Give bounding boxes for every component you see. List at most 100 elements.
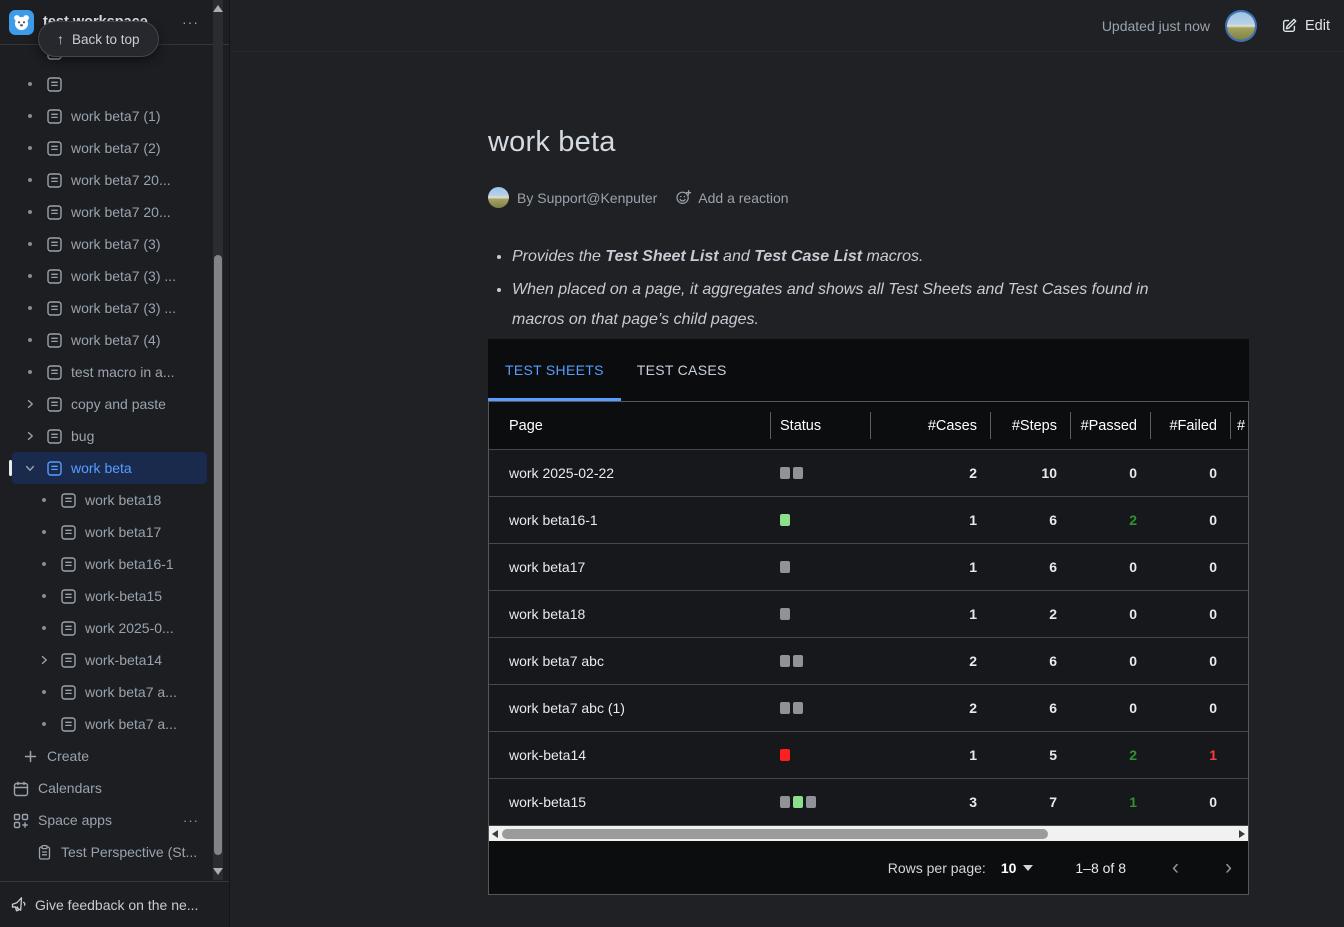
sidebar-item-work-beta7-a[interactable]: work beta7 a...: [12, 708, 207, 740]
sidebar-item-work-beta[interactable]: work beta: [12, 452, 207, 484]
sidebar-item-work-2025-0[interactable]: work 2025-0...: [12, 612, 207, 644]
workspace-more-icon[interactable]: ···: [178, 12, 203, 32]
cell-page-link[interactable]: work-beta14: [489, 747, 770, 763]
scroll-left-arrow-icon[interactable]: [492, 830, 498, 838]
tab-test-cases[interactable]: TEST CASES: [637, 362, 727, 378]
cell-page-link[interactable]: work-beta15: [489, 794, 770, 810]
cell-page-link[interactable]: work 2025-02-22: [489, 465, 770, 481]
sidebar-item-work-beta7-20[interactable]: work beta7 20...: [12, 196, 207, 228]
previous-page-button[interactable]: ‹: [1172, 857, 1179, 878]
page-icon: [60, 716, 77, 733]
chevron-right-icon[interactable]: [36, 654, 52, 666]
space-apps-more-icon[interactable]: ···: [183, 813, 207, 828]
scroll-up-arrow-icon[interactable]: [213, 5, 223, 12]
add-reaction-button[interactable]: Add a reaction: [675, 189, 788, 206]
cell-page-link[interactable]: work beta7 abc (1): [489, 700, 770, 716]
cell-status: [770, 514, 870, 526]
table-row[interactable]: work beta181200: [489, 590, 1248, 637]
author-byline[interactable]: By Support@Kenputer: [517, 190, 657, 206]
tab-test-sheets[interactable]: TEST SHEETS: [505, 362, 604, 378]
sidebar-item-copy-and-paste[interactable]: copy and paste: [12, 388, 207, 420]
bullet-dot: [22, 210, 38, 214]
chevron-right-icon[interactable]: [22, 430, 38, 442]
sidebar-item-work-beta7-2[interactable]: work beta7 (2): [12, 132, 207, 164]
byline: By Support@Kenputer Add a reaction: [488, 187, 1249, 208]
cell-passed: 0: [1070, 606, 1150, 622]
scroll-right-arrow-icon[interactable]: [1239, 830, 1245, 838]
sidebar-item-work-beta15[interactable]: work-beta15: [12, 580, 207, 612]
sidebar-scrollbar-thumb[interactable]: [214, 255, 222, 855]
back-to-top-label: Back to top: [72, 32, 140, 47]
sidebar-item-test-perspective-st[interactable]: Test Perspective (St...: [12, 836, 207, 868]
user-avatar[interactable]: [1227, 12, 1255, 40]
status-chip-gray: [793, 467, 803, 479]
sidebar-item-work-beta7-4[interactable]: work beta7 (4): [12, 324, 207, 356]
sidebar-item-label: Calendars: [38, 780, 207, 796]
status-chip-green: [780, 514, 790, 526]
cell-steps: 7: [990, 794, 1070, 810]
cell-status: [770, 702, 870, 714]
test-macro-panel: TEST SHEETS TEST CASES PageStatus#Cases#…: [488, 339, 1249, 895]
sidebar-item-label: work beta7 (3) ...: [71, 268, 207, 284]
edit-pencil-icon: [1281, 17, 1298, 34]
page-icon: [60, 652, 77, 669]
bullet-dot: [36, 530, 52, 534]
cell-page-link[interactable]: work beta17: [489, 559, 770, 575]
sidebar-item-work-beta14[interactable]: work-beta14: [12, 644, 207, 676]
sidebar-item-work-beta7-3[interactable]: work beta7 (3) ...: [12, 292, 207, 324]
back-to-top-button[interactable]: ↑ Back to top: [38, 21, 159, 57]
table-row[interactable]: work 2025-02-2221000: [489, 449, 1248, 496]
page-icon: [46, 332, 63, 349]
sidebar-item-label: work beta7 (3): [71, 236, 207, 252]
cell-page-link[interactable]: work beta16-1: [489, 512, 770, 528]
sidebar-item-space-apps[interactable]: Space apps···: [12, 804, 207, 836]
scroll-down-arrow-icon[interactable]: [213, 868, 223, 875]
cell-failed: 0: [1150, 700, 1230, 716]
sidebar-item-work-beta7-3[interactable]: work beta7 (3): [12, 228, 207, 260]
cell-page-link[interactable]: work beta18: [489, 606, 770, 622]
sidebar-item-bug[interactable]: bug: [12, 420, 207, 452]
table-row[interactable]: work beta16-11620: [489, 496, 1248, 543]
sidebar-item-work-beta7-3[interactable]: work beta7 (3) ...: [12, 260, 207, 292]
description-bullet: Provides the Test Sheet List and Test Ca…: [512, 242, 1249, 272]
table-pagination: Rows per page: 10 1–8 of 8 ‹ ›: [489, 841, 1248, 894]
bullet-dot: [22, 178, 38, 182]
sidebar-item-test-macro-in-a[interactable]: test macro in a...: [12, 356, 207, 388]
page-icon: [60, 684, 77, 701]
sidebar-item-work-beta7-a[interactable]: work beta7 a...: [12, 676, 207, 708]
sidebar-item-label: work beta7 (1): [71, 108, 207, 124]
table-row[interactable]: work beta7 abc (1)2600: [489, 684, 1248, 731]
table-body: work 2025-02-2221000work beta16-11620wor…: [489, 449, 1248, 825]
table-row[interactable]: work-beta153710: [489, 778, 1248, 825]
table-row[interactable]: work beta7 abc2600: [489, 637, 1248, 684]
sidebar-item-item[interactable]: [12, 68, 207, 100]
cell-cases: 2: [870, 653, 990, 669]
table-row[interactable]: work beta171600: [489, 543, 1248, 590]
chevron-right-icon[interactable]: [22, 398, 38, 410]
cell-passed: 1: [1070, 794, 1150, 810]
sidebar-item-work-beta18[interactable]: work beta18: [12, 484, 207, 516]
sidebar-scrollbar[interactable]: [213, 0, 223, 880]
cell-passed: 0: [1070, 559, 1150, 575]
table-header-row: PageStatus#Cases#Steps#Passed#Failed#: [489, 402, 1248, 449]
page-icon: [60, 588, 77, 605]
sidebar-item-work-beta7-1[interactable]: work beta7 (1): [12, 100, 207, 132]
author-avatar[interactable]: [488, 187, 509, 208]
sidebar-item-label: work beta16-1: [85, 556, 207, 572]
next-page-button[interactable]: ›: [1225, 857, 1232, 878]
sidebar-item-work-beta16-1[interactable]: work beta16-1: [12, 548, 207, 580]
cell-page-link[interactable]: work beta7 abc: [489, 653, 770, 669]
status-chip-gray: [780, 608, 790, 620]
horizontal-scrollbar[interactable]: [489, 825, 1248, 841]
sidebar-item-calendars[interactable]: Calendars: [12, 772, 207, 804]
sidebar-item-work-beta17[interactable]: work beta17: [12, 516, 207, 548]
sidebar-item-create[interactable]: Create: [12, 740, 207, 772]
status-chip-green: [793, 796, 803, 808]
horizontal-scrollbar-thumb[interactable]: [502, 829, 1048, 839]
rows-per-page-select[interactable]: 10: [1001, 860, 1034, 876]
sidebar-item-work-beta7-20[interactable]: work beta7 20...: [12, 164, 207, 196]
edit-button[interactable]: Edit: [1281, 17, 1330, 34]
chevron-down-icon[interactable]: [22, 462, 38, 474]
table-row[interactable]: work-beta141521: [489, 731, 1248, 778]
give-feedback-button[interactable]: Give feedback on the ne...: [0, 881, 229, 927]
